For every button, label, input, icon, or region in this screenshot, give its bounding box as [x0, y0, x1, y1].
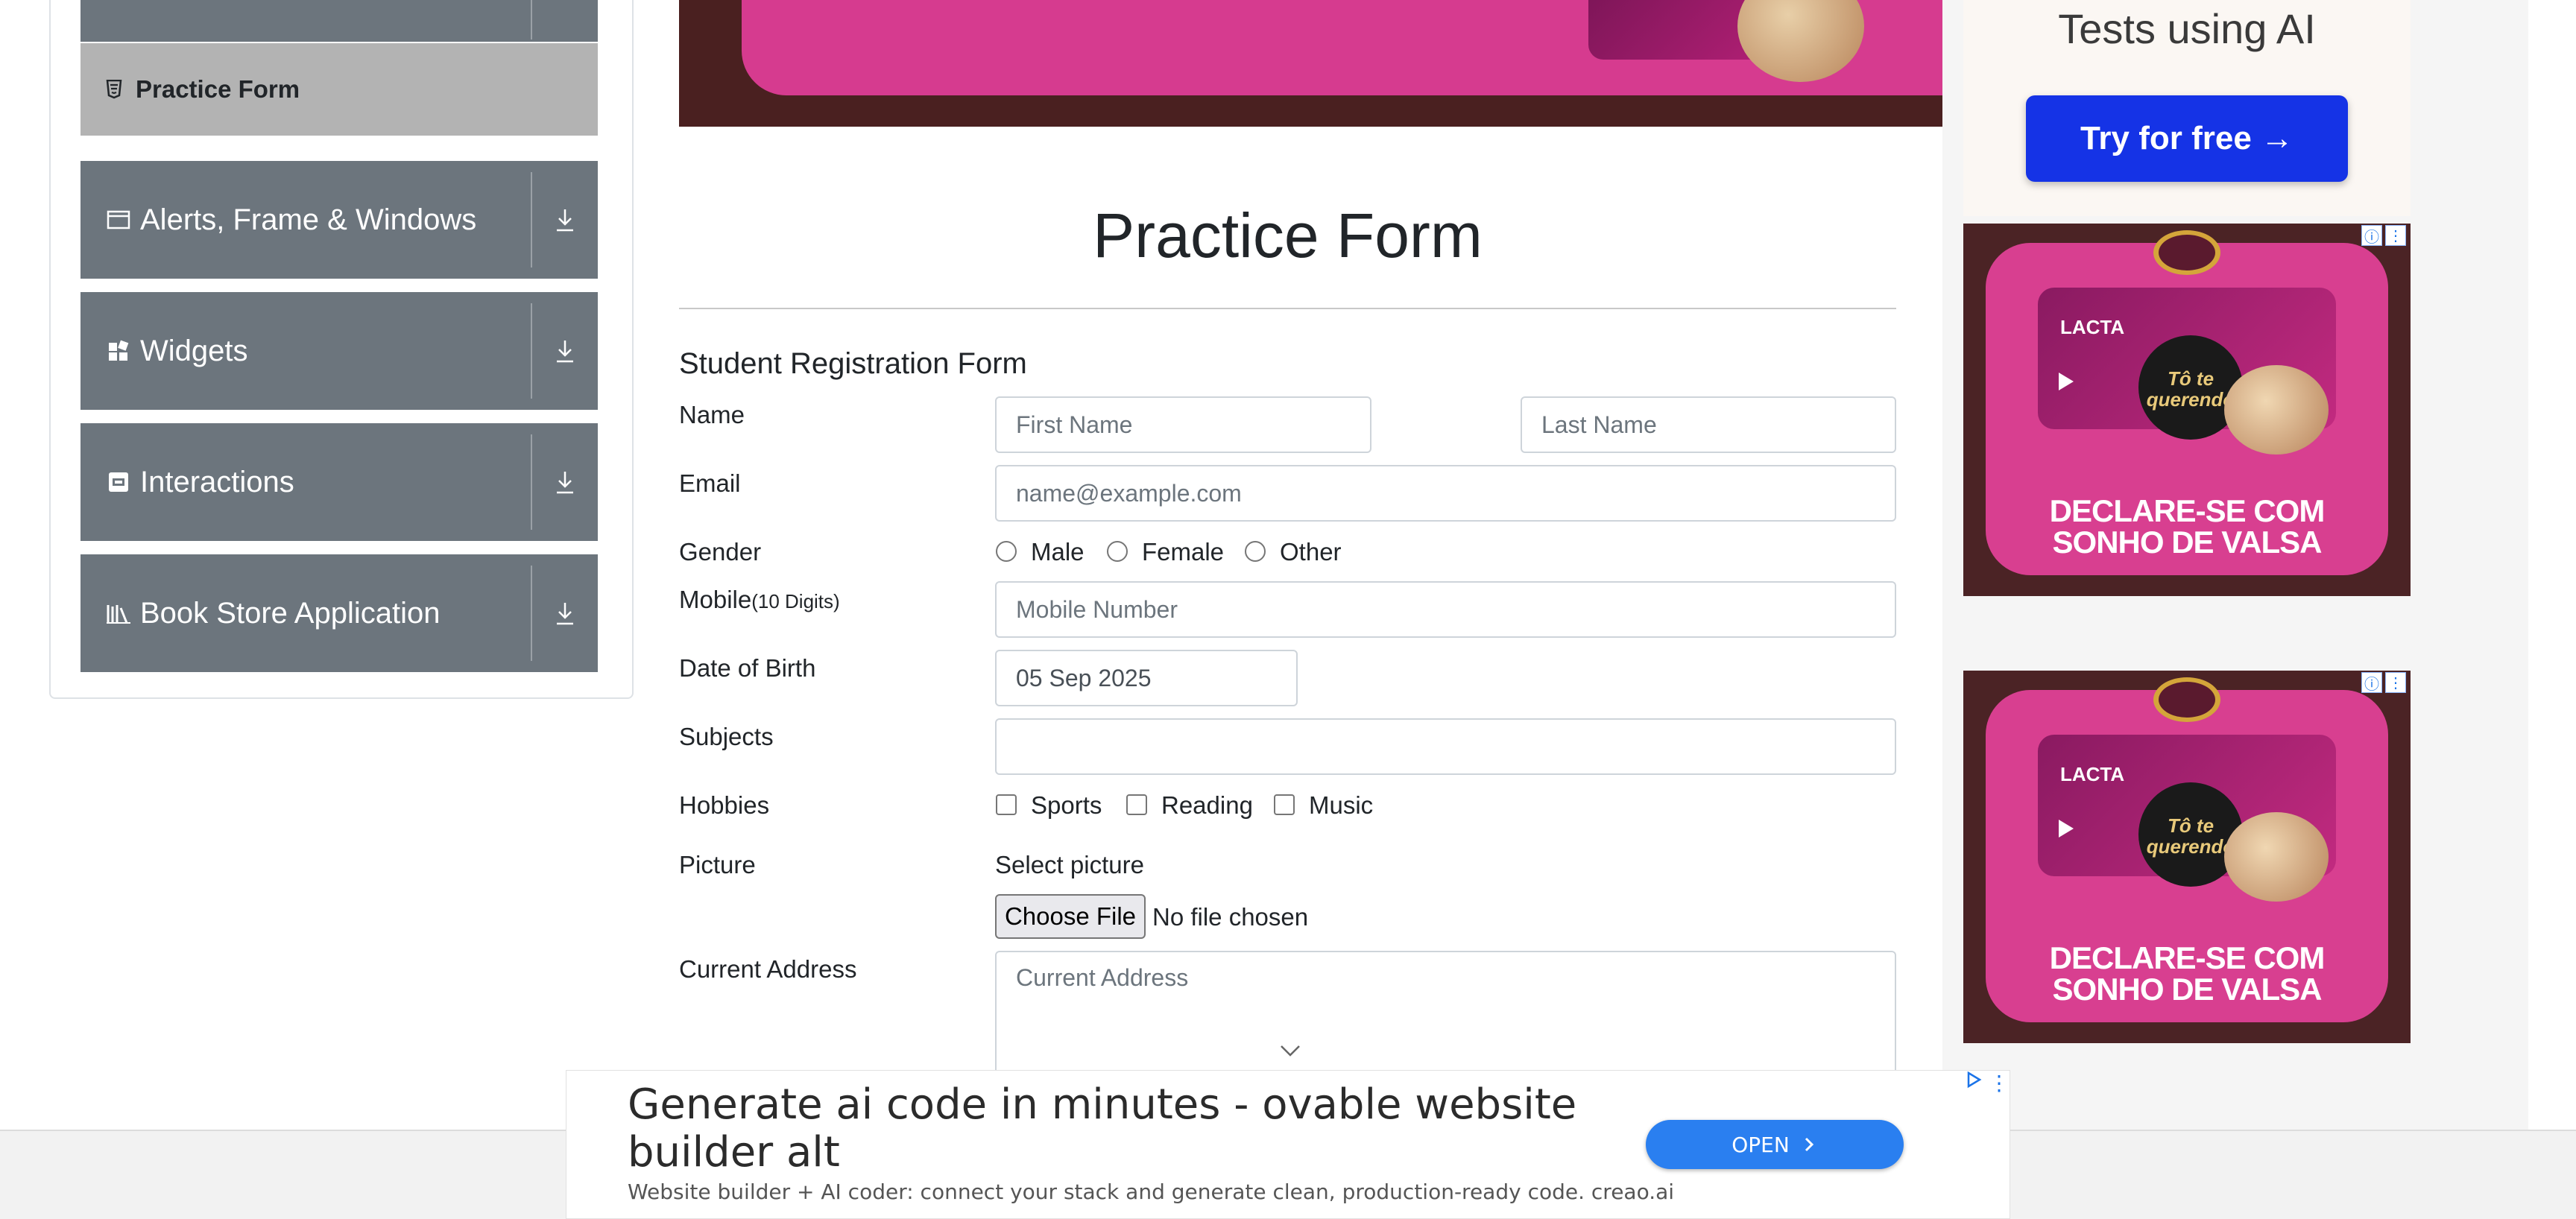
open-button-label: OPEN	[1731, 1132, 1790, 1157]
download-icon[interactable]	[532, 161, 598, 279]
ad-menu-icon[interactable]: ⋮	[2385, 672, 2406, 693]
email-label: Email	[679, 469, 741, 497]
mobile-label: Mobile(10 Digits)	[679, 586, 840, 614]
html5-icon	[103, 78, 125, 101]
top-banner-ad[interactable]	[679, 0, 1942, 127]
dob-label: Date of Birth	[679, 654, 816, 682]
subjects-label: Subjects	[679, 723, 774, 750]
library-icon	[106, 601, 131, 626]
brand-label: LACTA	[2060, 763, 2125, 785]
sidebar-item-label: Practice Form	[136, 75, 300, 103]
email-input[interactable]: name@example.com	[995, 465, 1896, 522]
page-title: Practice Form	[1093, 200, 1483, 270]
candy-ad-1[interactable]: LACTA Tô te querendo DECLARE-SE COM SONH…	[1963, 224, 2411, 596]
interactions-icon	[106, 469, 131, 495]
dob-input[interactable]: 05 Sep 2025	[995, 650, 1298, 706]
sonho-de-valsa-logo	[2153, 230, 2220, 275]
choose-file-button[interactable]: Choose File	[995, 894, 1146, 939]
file-status: No file chosen	[1152, 903, 1309, 931]
ad-description: Website builder + AI coder: connect your…	[628, 1180, 1675, 1204]
sidebar-group-interactions[interactable]: Interactions	[80, 423, 598, 541]
picture-label: Picture	[679, 851, 756, 878]
sidebar-group-book-store[interactable]: Book Store Application	[80, 554, 598, 672]
sidebar-group-label: Book Store Application	[140, 596, 441, 630]
gender-male-radio[interactable]	[996, 541, 1017, 562]
ad-menu-icon[interactable]: ⋮	[2385, 225, 2406, 246]
hobby-reading-checkbox[interactable]	[1126, 794, 1147, 815]
gender-female-label[interactable]: Female	[1142, 538, 1224, 566]
sidebar-item-practice-form[interactable]: Practice Form	[80, 43, 598, 136]
gender-label: Gender	[679, 538, 762, 566]
sidebar-group-widgets[interactable]: Widgets	[80, 292, 598, 410]
sidebar-group-label: Alerts, Frame & Windows	[140, 203, 477, 236]
current-address-label: Current Address	[679, 955, 857, 983]
divider	[679, 308, 1896, 309]
open-button[interactable]: OPEN	[1646, 1120, 1904, 1169]
chevron-down-icon[interactable]	[1279, 1043, 1301, 1062]
download-icon[interactable]	[532, 292, 598, 410]
gender-female-radio[interactable]	[1107, 541, 1128, 562]
ad-headline[interactable]: Generate ai code in minutes - ovable web…	[628, 1081, 1641, 1177]
adchoices-icon[interactable]	[1965, 1071, 1983, 1092]
name-label: Name	[679, 401, 745, 428]
sonho-de-valsa-logo	[2153, 677, 2220, 722]
download-icon[interactable]	[532, 423, 598, 541]
candy-bite-image	[2224, 812, 2329, 902]
select-picture-label: Select picture	[995, 851, 1144, 878]
widgets-icon	[106, 338, 131, 364]
candy-ad-2[interactable]: LACTA Tô te querendo DECLARE-SE COM SONH…	[1963, 671, 2411, 1043]
try-for-free-button[interactable]: Try for free →	[2026, 95, 2348, 182]
ad-text: Tests using AI	[2058, 5, 2316, 52]
gender-other-label[interactable]: Other	[1280, 538, 1342, 566]
current-address-textarea[interactable]: Current Address	[995, 951, 1896, 1085]
hobby-music-checkbox[interactable]	[1274, 794, 1295, 815]
brand-label: LACTA	[2060, 316, 2125, 338]
mobile-label-text: Mobile	[679, 586, 752, 613]
sidebar-group-forms[interactable]	[80, 0, 598, 42]
first-name-input[interactable]: First Name	[995, 396, 1371, 453]
sidebar-group-alerts[interactable]: Alerts, Frame & Windows	[80, 161, 598, 279]
gender-other-radio[interactable]	[1245, 541, 1266, 562]
gender-male-label[interactable]: Male	[1031, 538, 1085, 566]
chevron-right-icon	[1805, 1137, 1813, 1152]
last-name-input[interactable]: Last Name	[1521, 396, 1896, 453]
hobbies-label: Hobbies	[679, 791, 770, 819]
candy-bite-image	[2224, 365, 2329, 455]
ad-info-icon[interactable]: ⓘ	[2361, 225, 2382, 246]
subjects-input[interactable]	[995, 718, 1896, 775]
slogan-line-2: SONHO DE VALSA	[2052, 972, 2323, 1007]
window-icon	[106, 207, 131, 232]
hobby-reading-label[interactable]: Reading	[1161, 791, 1253, 820]
mobile-input[interactable]: Mobile Number	[995, 581, 1896, 638]
hobby-sports-checkbox[interactable]	[996, 794, 1017, 815]
ad-info-icon[interactable]: ⓘ	[2361, 672, 2382, 693]
form-title: Student Registration Form	[679, 347, 1027, 380]
download-icon[interactable]	[532, 554, 598, 672]
slogan-line-2: SONHO DE VALSA	[2052, 525, 2323, 560]
hobby-music-label[interactable]: Music	[1309, 791, 1373, 820]
mobile-hint: (10 Digits)	[751, 590, 840, 612]
play-icon[interactable]	[2059, 373, 2074, 390]
slogan-line-1: DECLARE-SE COM	[2049, 493, 2326, 528]
sidebar-group-label: Widgets	[140, 334, 248, 367]
play-icon[interactable]	[2059, 820, 2074, 838]
sidebar-group-label: Interactions	[140, 465, 294, 498]
hobby-sports-label[interactable]: Sports	[1031, 791, 1102, 820]
slogan-line-1: DECLARE-SE COM	[2049, 940, 2326, 975]
ad-menu-icon[interactable]: ⋮	[1989, 1071, 2010, 1095]
